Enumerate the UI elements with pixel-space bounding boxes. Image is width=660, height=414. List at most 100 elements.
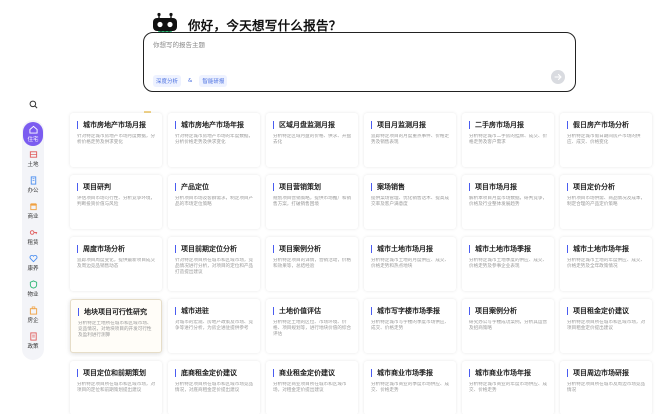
mode-chips: 深度分析 & 智能研报 [153, 75, 228, 87]
report-card[interactable]: 项目定位和前期策划分析特定项目所在城市和区域市场，对项目的定位和前期策划提出建议 [70, 361, 162, 414]
card-description: 分析项目市场供需、商品情况及成本，制定合理的产品定价策略 [567, 196, 646, 208]
prompt-box: 深度分析 & 智能研报 [143, 32, 576, 92]
card-title: 城市房地产市场年报 [175, 121, 254, 129]
report-card[interactable]: 项目租金定价建议 分析特定项目所在城市和区域市场，对项目租金定价提出建议 [560, 299, 652, 353]
sidebar-item-label: 物业 [27, 292, 39, 298]
arrow-right-icon [554, 73, 562, 81]
report-card[interactable]: 案场销售 提供案场管理、优化销售话术、提高成交率及客户满意度 [364, 175, 456, 229]
sidebar-item-label: 住宅 [27, 137, 39, 143]
card-title: 城市商业市场季报 [371, 369, 450, 377]
report-card[interactable]: 城市写字楼市场季报分析特定城市写字楼的季度市场供应、成交、价格走势 [364, 299, 456, 353]
report-topic-input[interactable] [153, 41, 533, 49]
card-description: 分析特定项目的详情，营销活动，价格和效果等，总结经验 [273, 258, 352, 270]
report-card[interactable]: 项目定价分析分析项目市场供需、商品情况及成本，制定合理的产品定价策略 [560, 175, 652, 229]
card-title: 土地价值评估 [273, 307, 352, 315]
sidebar-item-property[interactable]: 物业 [22, 276, 44, 302]
card-title: 城市土地市场季报 [469, 245, 548, 253]
report-card[interactable]: 城市土地市场月报 分析特定城市土地的月度供应、成交、价格走势和热点地块 [364, 237, 456, 291]
card-description: 针对特定城市房地产市场月度数据，分析价格走势及供求变化 [77, 134, 156, 146]
report-card[interactable]: 区域月盘监测月报 分析特定区域月盘的价格、供求、开盘去化 [266, 113, 358, 167]
card-description: 分析特定土地的区位、市场环境、价格、项目规划等，进行地块价值的综合评估 [273, 320, 352, 338]
sidebar-item-label: 土地 [27, 162, 39, 168]
sidebar-item-rental[interactable]: 租赁 [22, 224, 44, 250]
card-title: 假日房产市场分析 [567, 121, 646, 129]
card-title: 城市写字楼市场季报 [371, 307, 450, 315]
report-card[interactable]: 项目月监测月报 追踪特定项目的月度重点事件、价格走势及销售表现 [364, 113, 456, 167]
sidebar-item-land[interactable]: 土地 [22, 146, 44, 172]
card-description: 分析特定城市写字楼的季度市场供应、成交、价格走势 [371, 320, 450, 332]
sidebar: 住宅 土地 办公 商业 租赁 康养 物业 房企 政策 [22, 96, 44, 360]
card-description: 分析特定城市土地的月度供应、成交、价格走势和热点地块 [371, 258, 450, 270]
card-title: 底商租金定价建议 [175, 369, 254, 377]
card-description: 分析项目市场及客群需求，制定项目产品的市场定位策略 [175, 196, 254, 208]
report-card[interactable]: 城市进驻对城市的宏观、房地产政策及市场、竞争等进行分析，为房企进驻提供参考 [168, 299, 260, 353]
card-title: 项目市场月报 [469, 183, 548, 191]
sidebar-item-label: 房企 [27, 318, 39, 324]
report-card[interactable]: 项目周边市场研报 分析特定项目所在城市及周边市场竞品情况 [560, 361, 652, 414]
card-title: 城市进驻 [175, 307, 254, 315]
report-card[interactable]: 项目市场月报 解析本项目月度市场数据，研判竞争，价格及行业整体发展趋势 [462, 175, 554, 229]
card-title: 二手房市场月报 [469, 121, 548, 129]
sidebar-item-label: 租赁 [27, 240, 39, 246]
card-description: 规划项目营销策略，提供市场推广和销售方案，打破销售困境 [273, 196, 352, 208]
sidebar-item-office[interactable]: 办公 [22, 172, 44, 198]
smart-report-chip[interactable]: 智能研报 [199, 75, 228, 87]
report-card[interactable]: 城市商业市场年报 分析特定城市商业的年度市场供应、成交、价格走势 [462, 361, 554, 414]
report-card[interactable]: 二手房市场月报分析特定城市二手房的挂牌、成交、价格走势及客户需求 [462, 113, 554, 167]
sidebar-item-policy[interactable]: 政策 [22, 328, 44, 354]
report-card[interactable]: 城市房地产市场月报 针对特定城市房地产市场月度数据，分析价格走势及供求变化 [70, 113, 162, 167]
card-title: 项目租金定价建议 [567, 307, 646, 315]
report-card[interactable]: 周度市场分析 追踪项目周度变化，提供最新项目成交及周边竞品销售动态 [70, 237, 162, 291]
card-title: 项目研判 [77, 183, 156, 191]
sidebar-item-developer[interactable]: 房企 [22, 302, 44, 328]
card-description: 分析特定城市假日期间房产市场的供应、成交、价格变化 [567, 134, 641, 146]
report-card[interactable]: 土地价值评估分析特定土地的区位、市场环境、价格、项目规划等，进行地块价值的综合评… [266, 299, 358, 353]
report-card[interactable]: 商业租金定价建议分析特定商业项目所在城市和区域市场，对租金定价提出建议 [266, 361, 358, 414]
sidebar-item-label: 办公 [27, 188, 39, 194]
report-card[interactable]: 项目案例分析 研究办公写字楼成功案例，分析其运营及招商策略 [462, 299, 554, 353]
report-card[interactable]: 产品定位 分析项目市场及客群需求，制定项目产品的市场定位策略 [168, 175, 260, 229]
report-card-hovered[interactable]: 地块项目可行性研究 分析特定土地所在城市和区域市场、竞品情况，对地块项目的开发可行… [70, 299, 162, 353]
card-title: 商业租金定价建议 [273, 369, 352, 377]
report-card[interactable]: 项目案例分析 分析特定项目的详情，营销活动，价格和效果等，总结经验 [266, 237, 358, 291]
sidebar-item-commercial[interactable]: 商业 [22, 198, 44, 224]
report-card[interactable]: 项目营销策划 规划项目营销策略，提供市场推广和销售方案，打破销售困境 [266, 175, 358, 229]
card-description: 分析特定城市二手房的挂牌、成交、价格走势及客户需求 [469, 134, 548, 146]
sidebar-item-label: 商业 [27, 214, 39, 220]
card-title: 项目定价分析 [567, 183, 646, 191]
report-card[interactable]: 城市土地市场年报 分析特定城市土地的年度供应、成交、价格走势及全年政策情况 [560, 237, 652, 291]
card-title: 城市商业市场年报 [469, 369, 548, 377]
health-icon [29, 254, 38, 263]
card-description: 分析特定商业项目所在城市和区域市场，对租金定价提出建议 [273, 382, 347, 394]
card-description: 评估项目市场可行性、分析竞争环境，判断投资价值与风险 [77, 196, 156, 208]
card-description: 提供案场管理、优化销售话术、提高成交率及客户满意度 [371, 196, 450, 208]
report-card[interactable]: 城市房地产市场年报 针对特定城市房地产市场的年度数据，分析价格走势及供求变化 [168, 113, 260, 167]
send-button[interactable] [551, 70, 565, 84]
report-card[interactable]: 城市商业市场季报 分析特定城市商业的季度市场供应、成交、价格走势 [364, 361, 456, 414]
card-title: 周度市场分析 [77, 245, 156, 253]
card-title: 地块项目可行性研究 [78, 308, 155, 316]
card-title: 项目案例分析 [469, 307, 548, 315]
card-description: 分析特定项目所在城市和区域市场，对项目的定位和前期策划提出建议 [77, 382, 156, 394]
card-description: 分析特定项目所在城市和区域市场竞品情况，对底商租金定价提出建议 [175, 382, 254, 394]
report-card[interactable]: 项目前期定位分析 针对特定项目所在城市和区域市场，竞品情况进行分析，对项目的定位和… [168, 237, 260, 291]
card-title: 项目定位和前期策划 [77, 369, 156, 377]
card-description: 对城市的宏观、房地产政策及市场、竞争等进行分析，为房企进驻提供参考 [175, 320, 254, 332]
card-title: 区域月盘监测月报 [273, 121, 352, 129]
deep-analysis-chip[interactable]: 深度分析 [153, 75, 182, 87]
chip-separator: & [188, 78, 193, 84]
report-card[interactable]: 底商租金定价建议分析特定项目所在城市和区域市场竞品情况，对底商租金定价提出建议 [168, 361, 260, 414]
sidebar-item-residential[interactable]: 住宅 [23, 122, 43, 146]
report-card[interactable]: 城市土地市场季报 分析特定城市土地季度的供应、成交、价格走势及参事企业表现 [462, 237, 554, 291]
sidebar-item-health[interactable]: 康养 [22, 250, 44, 276]
land-icon [29, 150, 38, 159]
card-description: 分析特定项目所在城市及周边市场竞品情况 [567, 382, 646, 394]
shop-icon [29, 202, 38, 211]
report-card[interactable]: 假日房产市场分析分析特定城市假日期间房产市场的供应、成交、价格变化 [560, 113, 652, 167]
company-icon [29, 306, 38, 315]
card-description: 追踪特定项目的月度重点事件、价格走势及销售表现 [371, 134, 450, 146]
report-card[interactable]: 项目研判评估项目市场可行性、分析竞争环境，判断投资价值与风险 [70, 175, 162, 229]
office-icon [29, 176, 38, 185]
policy-icon [29, 332, 38, 341]
sidebar-search-button[interactable] [25, 96, 41, 112]
